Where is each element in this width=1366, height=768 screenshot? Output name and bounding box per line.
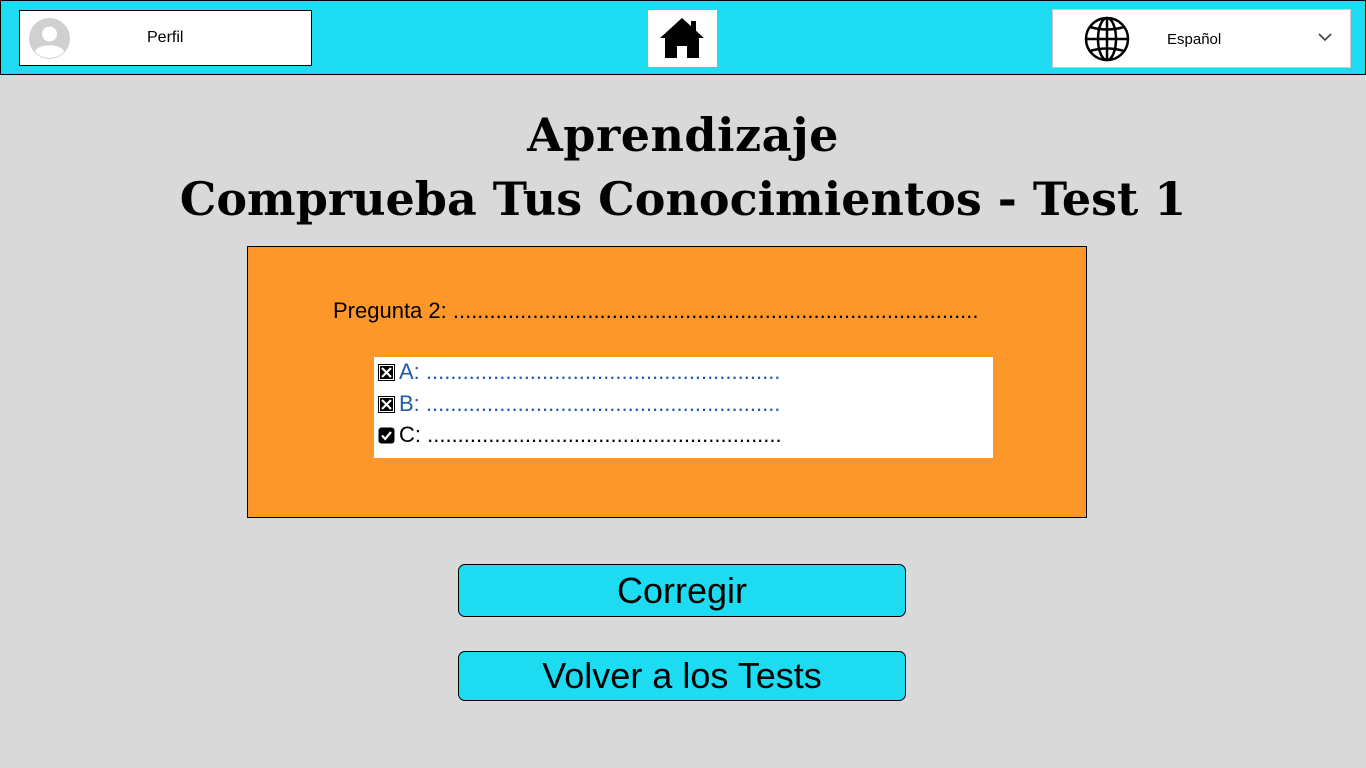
- chevron-down-icon: [1318, 33, 1332, 42]
- back-to-tests-button[interactable]: Volver a los Tests: [458, 651, 906, 701]
- house-icon: [660, 18, 704, 58]
- checkbox-crossed-icon: [378, 363, 395, 381]
- answer-label-c: C: .....................................…: [399, 422, 782, 447]
- language-selector[interactable]: Español: [1052, 9, 1351, 68]
- answer-option-a[interactable]: A: .....................................…: [378, 357, 780, 387]
- correct-button[interactable]: Corregir: [458, 564, 906, 617]
- answer-label-b: B: .....................................…: [399, 391, 781, 416]
- globe-icon: [1084, 16, 1130, 62]
- page-subtitle: Comprueba Tus Conocimientos - Test 1: [179, 172, 1187, 226]
- answer-option-c[interactable]: C: .....................................…: [378, 420, 782, 450]
- profile-button[interactable]: Perfil: [19, 10, 312, 66]
- home-button[interactable]: [648, 10, 717, 67]
- user-avatar-icon: [29, 18, 70, 59]
- answer-label-a: A: .....................................…: [399, 359, 781, 384]
- language-label: Español: [1167, 31, 1222, 48]
- top-bar: Perfil Español: [0, 0, 1366, 75]
- checkbox-crossed-icon: [378, 395, 395, 413]
- question-text: Pregunta 2: ............................…: [333, 298, 979, 323]
- question-panel: Pregunta 2: ............................…: [247, 246, 1087, 518]
- profile-label: Perfil: [147, 29, 184, 46]
- checkbox-checked-icon: [378, 427, 395, 443]
- page-title: Aprendizaje: [527, 108, 839, 162]
- answer-option-b[interactable]: B: .....................................…: [378, 389, 780, 419]
- answers-list: A: .....................................…: [374, 357, 993, 458]
